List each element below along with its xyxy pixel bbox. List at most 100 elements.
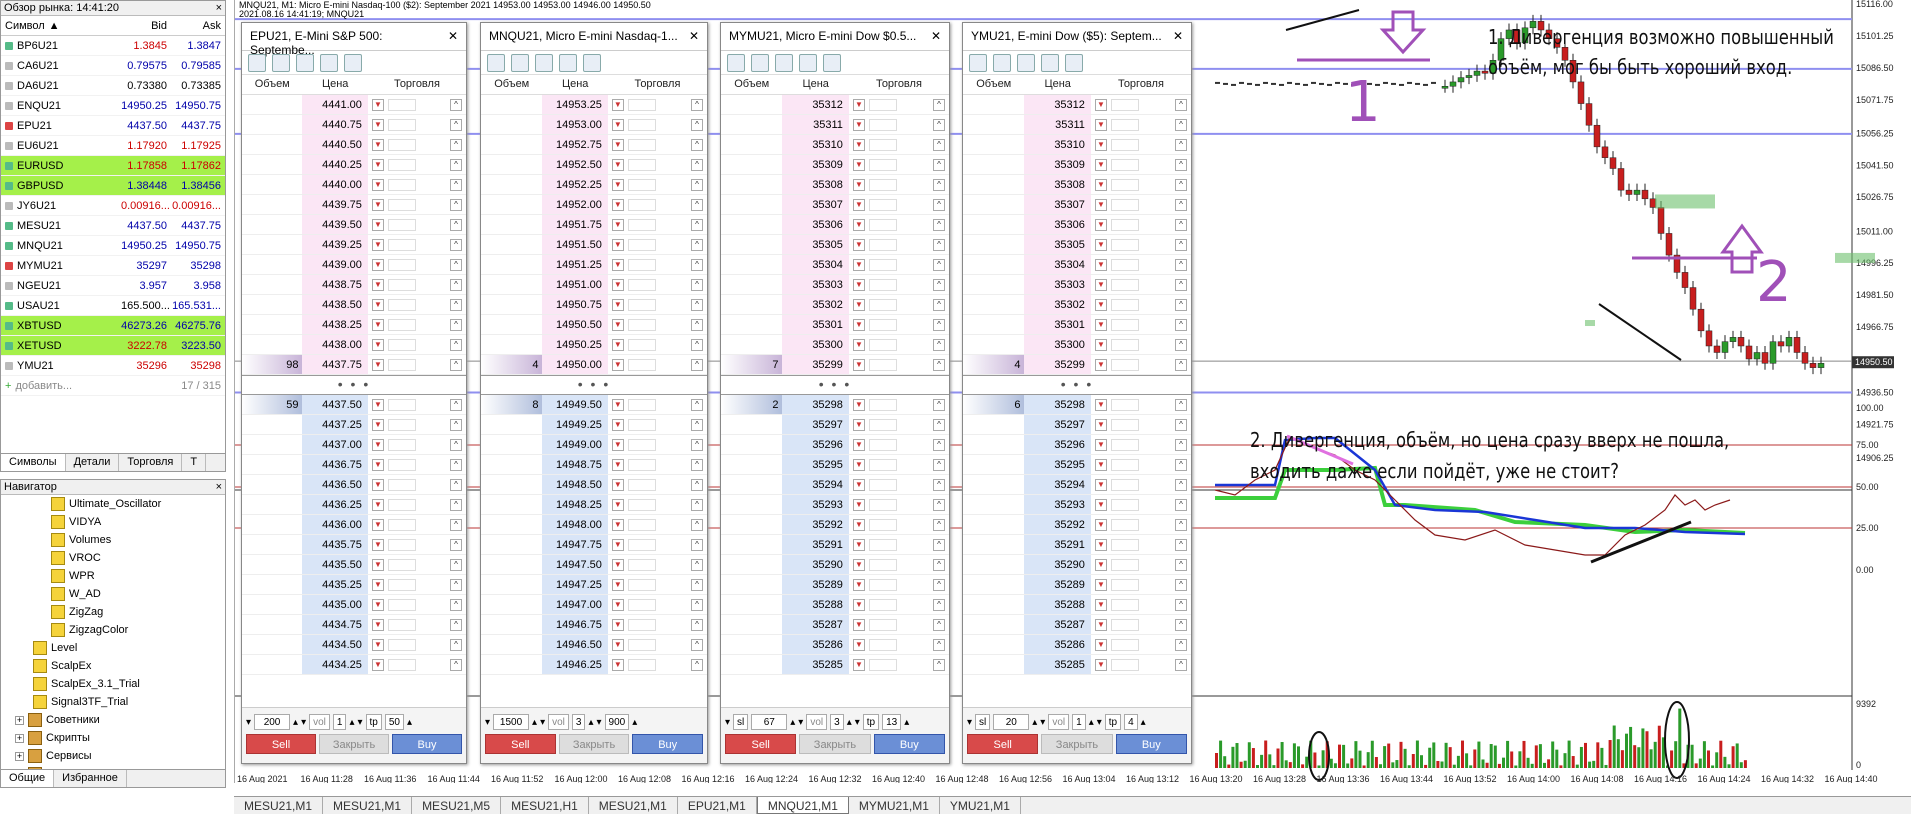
dom-price[interactable]: 14952.00 (542, 195, 608, 214)
volume-input[interactable]: 3 (571, 714, 586, 730)
chevron-up-icon[interactable]: ^ (691, 498, 703, 511)
dom-price[interactable]: 35310 (1024, 135, 1091, 154)
dom-price[interactable]: 35307 (782, 195, 849, 214)
chevron-up-icon[interactable]: ^ (691, 438, 703, 451)
dom-row[interactable]: 14947.75 ▼ ^ (481, 535, 707, 555)
dom-price[interactable]: 4436.00 (302, 515, 368, 534)
chevron-up-icon[interactable]: ^ (450, 238, 463, 251)
order-slot[interactable] (627, 598, 656, 611)
dom-row[interactable]: 4 14950.00 ▼ ^ (481, 355, 707, 375)
order-slot[interactable] (627, 518, 656, 531)
dom-row[interactable]: 35296 ▼ ^ (721, 435, 949, 455)
navigator-item[interactable]: Volumes (1, 531, 225, 549)
dom-price[interactable]: 35299 (782, 355, 849, 374)
quantity-input[interactable]: 67 (751, 714, 788, 730)
order-slot[interactable] (1110, 618, 1139, 631)
dom-row[interactable]: 4440.50 ▼ ^ (242, 135, 466, 155)
dom-price[interactable]: 35309 (782, 155, 849, 174)
depth-of-market-window[interactable]: EPU21, E-Mini S&P 500: Septembe... ✕ Объем… (241, 22, 467, 764)
order-slot[interactable] (387, 138, 416, 151)
order-slot[interactable] (387, 298, 416, 311)
dom-price[interactable]: 4437.75 (302, 355, 368, 374)
dom-row[interactable]: 4434.25 ▼ ^ (242, 655, 466, 675)
chart-tab[interactable]: MYMU21,M1 (849, 797, 940, 814)
dom-price[interactable]: 14951.25 (542, 255, 608, 274)
order-slot[interactable] (1110, 278, 1139, 291)
expand-icon[interactable]: + (15, 751, 24, 761)
chevron-up-icon[interactable]: ^ (1175, 498, 1188, 511)
take-profit-input[interactable]: 900 (604, 714, 630, 730)
dom-row[interactable]: 35289 ▼ ^ (963, 575, 1191, 595)
dropdown-icon[interactable]: ▼ (371, 138, 384, 151)
dropdown-icon[interactable]: ▼ (611, 138, 624, 151)
symbol-row[interactable]: XETUSD 3222.78 3223.50 (1, 336, 225, 356)
tab-3[interactable]: Т (182, 454, 207, 471)
order-slot[interactable] (868, 358, 897, 371)
dom-price[interactable]: 35301 (782, 315, 849, 334)
dom-row[interactable]: 2 35298 ▼ ^ (721, 395, 949, 415)
order-slot[interactable] (627, 478, 656, 491)
dom-row[interactable]: 98 4437.75 ▼ ^ (242, 355, 466, 375)
dom-price[interactable]: 4436.25 (302, 495, 368, 514)
dropdown-icon[interactable]: ▼ (611, 318, 624, 331)
dom-price[interactable]: 14946.25 (542, 655, 608, 674)
dom-price[interactable]: 4434.25 (302, 655, 368, 674)
dom-price[interactable]: 35303 (782, 275, 849, 294)
list-icon[interactable] (1065, 54, 1083, 72)
dom-price[interactable]: 4439.50 (302, 215, 368, 234)
chevron-up-icon[interactable]: ▴ (293, 717, 298, 728)
dom-row[interactable]: 4434.50 ▼ ^ (242, 635, 466, 655)
dom-row[interactable]: 4439.50 ▼ ^ (242, 215, 466, 235)
settings-icon[interactable] (751, 54, 769, 72)
dropdown-icon[interactable]: ▼ (371, 218, 384, 231)
dropdown-icon[interactable]: ▼ (371, 518, 384, 531)
chevron-up-icon[interactable]: ^ (933, 658, 946, 671)
dropdown-icon[interactable]: ▼ (1094, 338, 1107, 351)
dropdown-icon[interactable]: ▼ (1094, 278, 1107, 291)
dom-row[interactable]: 14951.25 ▼ ^ (481, 255, 707, 275)
order-slot[interactable] (1110, 318, 1139, 331)
dom-price[interactable]: 14948.50 (542, 475, 608, 494)
buy-button[interactable]: Buy (392, 734, 462, 754)
chevron-up-icon[interactable]: ^ (1175, 478, 1188, 491)
dom-price[interactable]: 4434.75 (302, 615, 368, 634)
order-slot[interactable] (1110, 478, 1139, 491)
chevron-up-icon[interactable]: ^ (691, 278, 703, 291)
dom-price[interactable]: 14948.75 (542, 455, 608, 474)
depth-of-market-window[interactable]: YMU21, E-mini Dow ($5): Septem... ✕ Объем Ц… (962, 22, 1192, 764)
settings-icon[interactable] (272, 54, 290, 72)
chevron-down-icon[interactable]: ▾ (967, 717, 972, 728)
dom-price[interactable]: 35291 (782, 535, 849, 554)
dom-row[interactable]: 4436.50 ▼ ^ (242, 475, 466, 495)
dropdown-icon[interactable]: ▼ (852, 118, 865, 131)
navigator-item[interactable]: VIDYA (1, 513, 225, 531)
chart-tab[interactable]: MESU21,H1 (501, 797, 589, 814)
close-icon[interactable]: ✕ (448, 29, 458, 44)
dom-price[interactable]: 4436.50 (302, 475, 368, 494)
order-slot[interactable] (387, 238, 416, 251)
order-slot[interactable] (1110, 598, 1139, 611)
chevron-up-icon[interactable]: ^ (1175, 458, 1188, 471)
dom-price[interactable]: 14951.75 (542, 215, 608, 234)
dom-price[interactable]: 14951.50 (542, 235, 608, 254)
dom-price[interactable]: 35312 (1024, 95, 1091, 114)
dom-row[interactable]: 35312 ▼ ^ (963, 95, 1191, 115)
dropdown-icon[interactable]: ▼ (852, 478, 865, 491)
chart-icon[interactable] (487, 54, 505, 72)
dom-price[interactable]: 4440.00 (302, 175, 368, 194)
dom-price[interactable]: 35294 (782, 475, 849, 494)
chevron-up-icon[interactable]: ^ (450, 478, 463, 491)
symbol-row[interactable]: GBPUSD 1.38448 1.38456 (1, 176, 225, 196)
order-slot[interactable] (387, 258, 416, 271)
list-icon[interactable] (344, 54, 362, 72)
chevron-up-icon[interactable]: ^ (450, 438, 463, 451)
order-slot[interactable] (387, 558, 416, 571)
order-slot[interactable] (1110, 98, 1139, 111)
dom-row[interactable]: 35300 ▼ ^ (963, 335, 1191, 355)
dropdown-icon[interactable]: ▼ (852, 558, 865, 571)
order-slot[interactable] (627, 298, 656, 311)
dom-price[interactable]: 35306 (782, 215, 849, 234)
dom-row[interactable]: 4436.00 ▼ ^ (242, 515, 466, 535)
dropdown-icon[interactable]: ▼ (371, 338, 384, 351)
chevron-up-icon[interactable]: ^ (450, 498, 463, 511)
